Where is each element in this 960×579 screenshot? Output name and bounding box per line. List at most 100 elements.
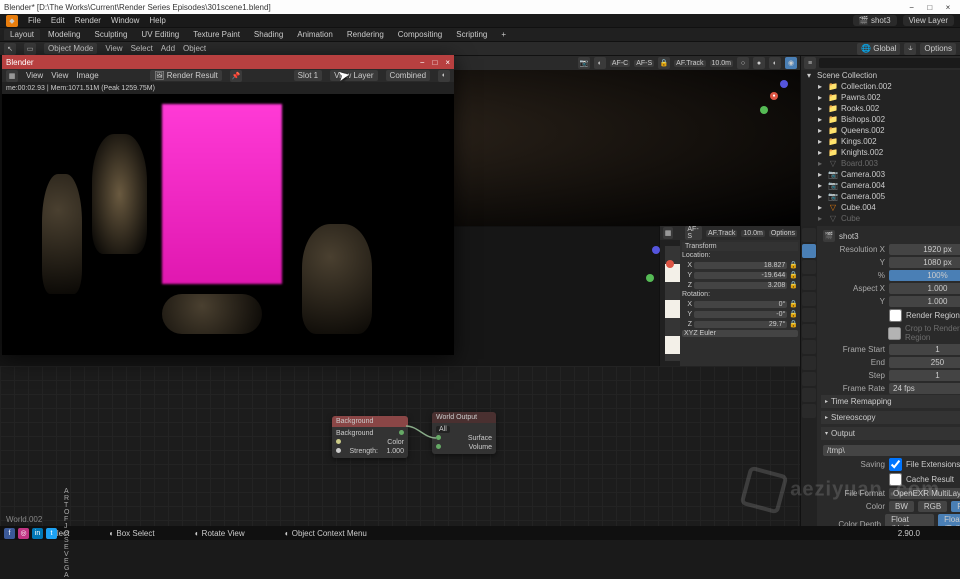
outliner-expand-icon[interactable]: ▸ <box>815 159 825 168</box>
prop-tab-output[interactable] <box>802 244 816 258</box>
outliner-row[interactable]: ▸📁Bishops.002👁📷 <box>801 114 960 125</box>
vp-menu-object[interactable]: Object <box>183 44 206 53</box>
outliner-row[interactable]: ▸▽Cube.004👁📷 <box>801 202 960 213</box>
frame-step[interactable]: 1 <box>889 370 960 381</box>
depth-full[interactable]: Float (Full) <box>938 514 960 526</box>
node-world-output[interactable]: World Output All Surface Volume <box>432 412 496 454</box>
res-x[interactable]: 1920 px <box>889 244 960 255</box>
prop-tab-constraint[interactable] <box>802 372 816 386</box>
nav-gizmo[interactable]: ● <box>754 76 794 116</box>
outliner-type-icon[interactable]: ≡ <box>804 57 816 69</box>
viewlayer-selector[interactable]: View Layer <box>903 15 954 26</box>
workspace-animation[interactable]: Animation <box>291 29 339 40</box>
prop-tab-particles[interactable] <box>802 340 816 354</box>
vp-aftrack-button[interactable]: AF.Track <box>674 60 705 67</box>
prop-tab-world[interactable] <box>802 292 816 306</box>
shading-wireframe-icon[interactable]: ○ <box>737 57 749 69</box>
outliner-row[interactable]: ▸▽Board.003👁📷 <box>801 158 960 169</box>
mode-select[interactable]: Object Mode <box>44 43 97 54</box>
outliner-expand-icon[interactable]: ▸ <box>815 203 825 212</box>
cursor-tool-icon[interactable]: ↖ <box>4 43 16 55</box>
outliner-expand-icon[interactable]: ▸ <box>815 104 825 113</box>
outliner-scene-collection[interactable]: ▾Scene Collection <box>801 70 960 81</box>
prop-tab-modifier[interactable] <box>802 324 816 338</box>
minimize-button[interactable]: − <box>904 3 920 12</box>
prop-tab-viewlayer[interactable] <box>802 260 816 274</box>
maximize-button[interactable]: □ <box>922 3 938 12</box>
output-path[interactable]: /tmp\ <box>823 445 960 456</box>
sec-time-remap[interactable]: Time Remapping <box>821 395 960 408</box>
workspace-add[interactable]: + <box>495 29 512 40</box>
loc-x[interactable]: 18.827 <box>694 262 787 269</box>
outliner-expand-icon[interactable]: ▸ <box>815 192 825 201</box>
workspace-rendering[interactable]: Rendering <box>341 29 390 40</box>
sec-output[interactable]: Output <box>821 427 960 440</box>
frame-start[interactable]: 1 <box>889 344 960 355</box>
prop-tab-material[interactable] <box>802 404 816 418</box>
menu-help[interactable]: Help <box>149 16 165 25</box>
rot-mode[interactable]: XYZ Euler <box>682 330 798 337</box>
outliner-row[interactable]: ▸📁Kings.002👁📷 <box>801 136 960 147</box>
fps-value[interactable]: 24 fps <box>889 383 960 394</box>
workspace-modeling[interactable]: Modeling <box>42 29 86 40</box>
prop-tab-render[interactable] <box>802 228 816 242</box>
depth-half[interactable]: Float (Half) <box>885 514 934 526</box>
outliner-expand-icon[interactable]: ▸ <box>815 170 825 179</box>
render-channels-icon[interactable]: ◐ <box>438 70 450 82</box>
vp-menu-add[interactable]: Add <box>161 44 175 53</box>
workspace-scripting[interactable]: Scripting <box>450 29 493 40</box>
render-result-datablock[interactable]: 🖼 Render Result <box>150 70 222 81</box>
workspace-texpaint[interactable]: Texture Paint <box>187 29 246 40</box>
loc-z[interactable]: 3.208 <box>694 282 787 289</box>
outliner-row[interactable]: ▸📁Queens.002👁📷 <box>801 125 960 136</box>
vp-dof-icon[interactable]: ◐ <box>594 57 606 69</box>
vp2-dist[interactable]: 10.0m <box>741 230 764 237</box>
outliner-row[interactable]: ▸📷Camera.005👁📷 <box>801 191 960 202</box>
render-menu-view[interactable]: View <box>26 71 43 80</box>
prop-tab-object[interactable] <box>802 308 816 322</box>
vp-afs-button[interactable]: AF-S <box>634 60 654 67</box>
rot-z[interactable]: 29.7° <box>694 321 787 328</box>
aspect-x[interactable]: 1.000 <box>889 283 960 294</box>
options-button[interactable]: Options <box>920 43 956 55</box>
outliner-row[interactable]: ▸▽Cube👁📷 <box>801 213 960 224</box>
outliner-row[interactable]: ▸📷Camera.003👁📷 <box>801 169 960 180</box>
outliner-expand-icon[interactable]: ▸ <box>815 214 825 223</box>
render-image[interactable] <box>2 94 454 355</box>
vp-afc-button[interactable]: AF-C <box>610 60 630 67</box>
render-max-button[interactable]: □ <box>432 58 437 67</box>
loc-y[interactable]: -19.644 <box>694 272 787 279</box>
prop-tab-scene[interactable] <box>802 276 816 290</box>
node-background[interactable]: Background Background Color Strength:1.0… <box>332 416 408 458</box>
aspect-y[interactable]: 1.000 <box>889 296 960 307</box>
outliner-row[interactable]: ▸📁Rooks.002👁📷 <box>801 103 960 114</box>
outliner-expand-icon[interactable]: ▸ <box>815 115 825 124</box>
render-region-check[interactable] <box>889 309 902 322</box>
outliner-expand-icon[interactable]: ▸ <box>815 137 825 146</box>
prop-tab-physics[interactable] <box>802 356 816 370</box>
render-pass[interactable]: Combined <box>386 70 430 81</box>
shader-editor[interactable]: Background Background Color Strength:1.0… <box>0 366 800 526</box>
vp-track-lock-icon[interactable]: 🔒 <box>658 57 670 69</box>
sec-stereo[interactable]: Stereoscopy <box>821 411 960 424</box>
outliner-row[interactable]: ▸📁Collection.002👁📷 <box>801 81 960 92</box>
viewport-top-view[interactable]: ▦ AF-S AF.Track 10.0m Options <box>659 226 800 366</box>
scene-selector[interactable]: 🎬 shot3 <box>853 15 897 26</box>
workspace-shading[interactable]: Shading <box>248 29 289 40</box>
render-titlebar[interactable]: Blender − □ × <box>2 55 454 69</box>
select-tool-icon[interactable]: ▭ <box>24 43 36 55</box>
outliner-expand-icon[interactable]: ▸ <box>815 93 825 102</box>
rot-x[interactable]: 0° <box>694 301 787 308</box>
vp-menu-select[interactable]: Select <box>131 44 153 53</box>
render-pin-icon[interactable]: 📌 <box>230 70 242 82</box>
render-close-button[interactable]: × <box>445 58 450 67</box>
outliner-expand-icon[interactable]: ▸ <box>815 181 825 190</box>
outliner-expand-icon[interactable]: ▸ <box>815 148 825 157</box>
outliner-row[interactable]: ▸📷Camera.004👁📷 <box>801 180 960 191</box>
nav-gizmo-2[interactable] <box>636 244 676 284</box>
outliner-row[interactable]: ▸📁Knights.002👁📷 <box>801 147 960 158</box>
render-menu-view2[interactable]: View <box>51 71 68 80</box>
vp2-aftrack-button[interactable]: AF.Track <box>706 230 737 237</box>
prop-tab-data[interactable] <box>802 388 816 402</box>
render-menu-image[interactable]: Image <box>76 71 98 80</box>
